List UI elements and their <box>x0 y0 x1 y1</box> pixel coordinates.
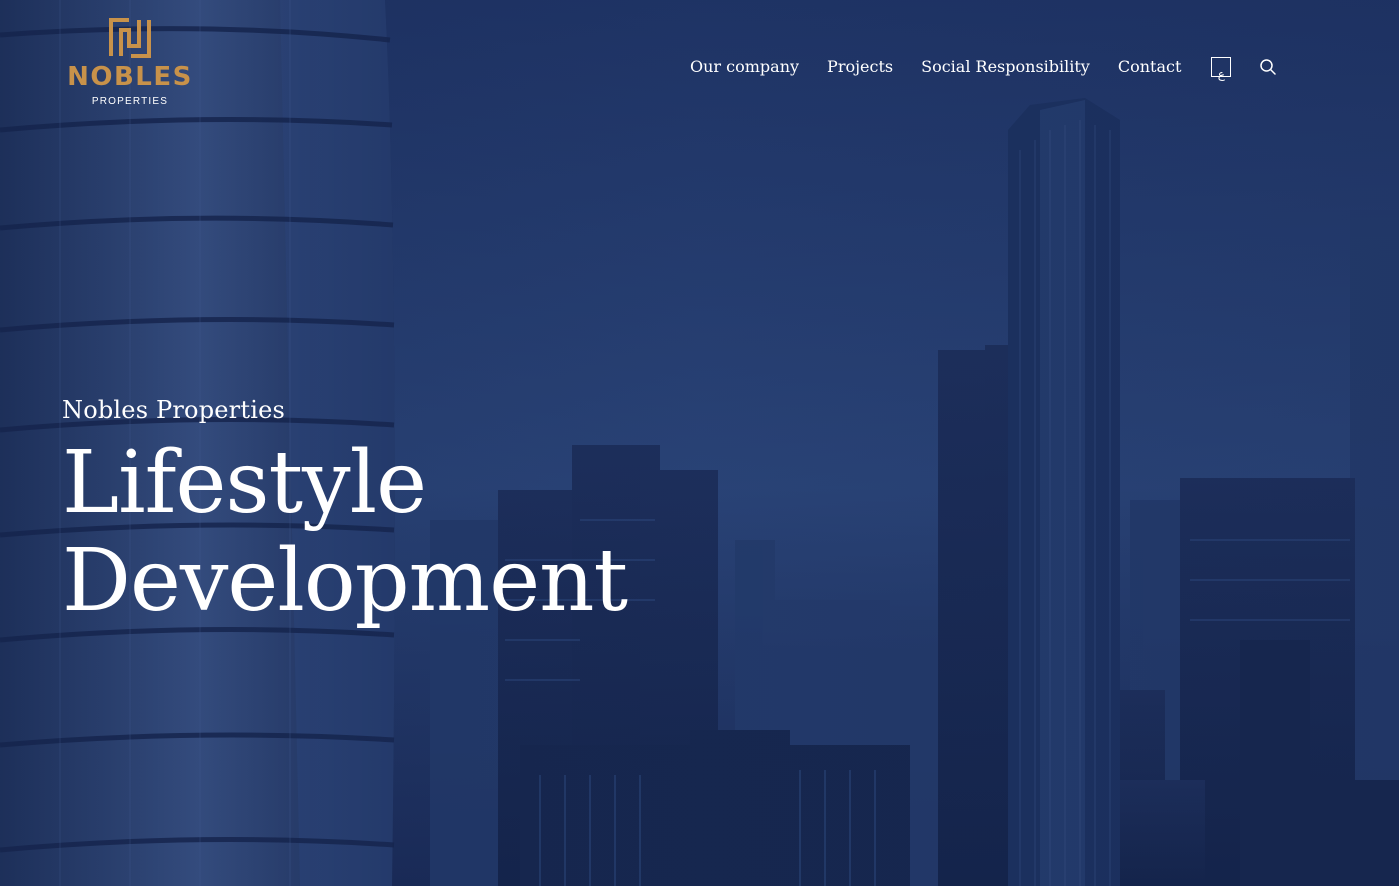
nav-item-projects[interactable]: Projects <box>827 55 893 79</box>
nav-item-our-company[interactable]: Our company <box>690 55 799 79</box>
hero-eyebrow: Nobles Properties <box>62 396 285 424</box>
hero-headline-line-1: Lifestyle <box>62 433 427 533</box>
brand-subtitle: PROPERTIES <box>91 96 169 107</box>
brand-name: NOBLES <box>67 62 193 92</box>
nobles-monogram-icon <box>109 18 151 58</box>
brand-logo[interactable]: NOBLES PROPERTIES <box>62 18 198 108</box>
search-icon <box>1260 59 1277 75</box>
hero-headline-line-2: Development <box>62 531 628 631</box>
language-label: ع <box>1217 67 1225 81</box>
hero-section: NOBLES PROPERTIES Our company Projects S… <box>0 0 1399 886</box>
language-switch-button[interactable]: ع <box>1211 57 1232 81</box>
main-navigation: Our company Projects Social Responsibili… <box>690 54 1277 81</box>
hero-headline: Lifestyle Development <box>62 433 628 631</box>
nav-item-contact[interactable]: Contact <box>1118 55 1182 79</box>
search-button[interactable] <box>1259 58 1277 76</box>
nav-item-social-responsibility[interactable]: Social Responsibility <box>921 55 1090 79</box>
hero-text-block: Nobles Properties Lifestyle Development <box>62 394 628 631</box>
